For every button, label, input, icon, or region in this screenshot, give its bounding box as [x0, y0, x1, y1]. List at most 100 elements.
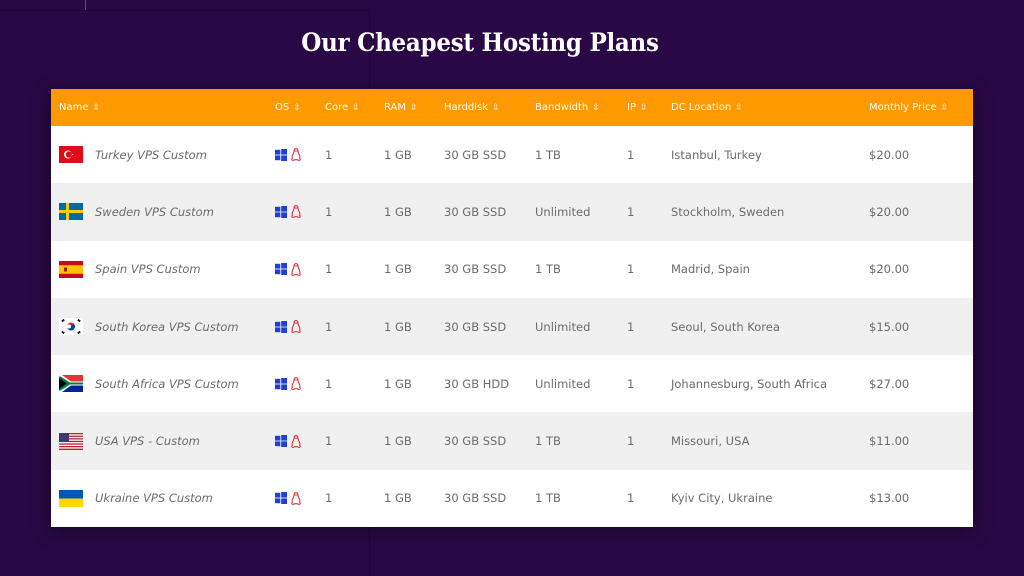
- ram-cell: 1 GB: [384, 376, 412, 391]
- column-header-harddisk[interactable]: Harddisk ⇳: [444, 89, 535, 126]
- core-cell: 1: [325, 147, 333, 162]
- sort-icon[interactable]: ⇳: [640, 103, 648, 113]
- linux-icon: [291, 377, 301, 391]
- column-header-label: DC Location: [671, 102, 732, 113]
- core-cell: 1: [325, 376, 333, 391]
- sort-icon[interactable]: ⇳: [592, 103, 600, 113]
- table-row[interactable]: Ukraine VPS Custom 1 1 GB 30 GB SSD 1 TB…: [51, 469, 973, 528]
- os-cell: [275, 412, 325, 469]
- bandwidth-cell: Unlimited: [535, 204, 591, 219]
- hosting-plans-table: Name ⇳ OS ⇳ Core ⇳ RAM ⇳ Harddisk ⇳ Bandwidth…: [51, 89, 973, 528]
- windows-icon: [275, 492, 287, 505]
- core-cell: 1: [325, 434, 333, 449]
- south-africa-flag-icon: [59, 375, 83, 393]
- dc-location-cell: Istanbul, Turkey: [671, 147, 762, 162]
- plan-name-cell[interactable]: Ukraine VPS Custom: [51, 470, 275, 527]
- spain-flag-icon: [59, 260, 83, 278]
- plan-name[interactable]: Ukraine VPS Custom: [95, 491, 213, 505]
- ip-cell: 1: [627, 491, 635, 506]
- table-row[interactable]: Sweden VPS Custom 1 1 GB 30 GB SSD Unlim…: [51, 183, 973, 241]
- linux-icon: [291, 205, 301, 219]
- windows-icon: [275, 435, 287, 448]
- harddisk-cell: 30 GB HDD: [444, 376, 510, 391]
- column-header-label: Monthly Price: [869, 102, 937, 113]
- linux-icon: [291, 492, 301, 505]
- dc-location-cell: Missouri, USA: [671, 434, 750, 449]
- windows-icon: [275, 205, 287, 218]
- column-header-label: OS: [275, 102, 290, 113]
- ram-cell: 1 GB: [384, 204, 412, 219]
- plan-name[interactable]: South Africa VPS Custom: [95, 377, 239, 391]
- core-cell: 1: [325, 319, 333, 334]
- linux-icon: [291, 320, 301, 333]
- monthly-price-cell: $20.00: [869, 204, 910, 219]
- os-cell: [275, 298, 325, 355]
- plan-name-cell[interactable]: USA VPS - Custom: [51, 412, 275, 469]
- plan-name[interactable]: USA VPS - Custom: [95, 434, 200, 448]
- table-row[interactable]: Spain VPS Custom 1 1 GB 30 GB SSD 1 TB 1…: [51, 240, 973, 298]
- sweden-flag-icon: [59, 203, 83, 221]
- dc-location-cell: Madrid, Spain: [671, 262, 750, 277]
- harddisk-cell: 30 GB SSD: [444, 204, 507, 219]
- column-header-label: RAM: [384, 102, 407, 113]
- page-title: Our Cheapest Hosting Plans: [301, 28, 659, 57]
- table-body: Turkey VPS Custom 1 1 GB 30 GB SSD 1 TB …: [51, 126, 973, 528]
- plan-name[interactable]: Spain VPS Custom: [95, 262, 201, 276]
- table-row[interactable]: South Africa VPS Custom 1 1 GB 30 GB HDD…: [51, 355, 973, 413]
- table-row[interactable]: USA VPS - Custom 1 1 GB 30 GB SSD 1 TB 1…: [51, 412, 973, 470]
- plan-name-cell[interactable]: South Africa VPS Custom: [51, 355, 275, 412]
- table-row[interactable]: South Korea VPS Custom 1 1 GB 30 GB SSD: [51, 297, 973, 356]
- table-row[interactable]: Turkey VPS Custom 1 1 GB 30 GB SSD 1 TB …: [51, 126, 973, 184]
- linux-icon: [291, 434, 301, 448]
- os-cell: [275, 126, 325, 183]
- harddisk-cell: 30 GB SSD: [444, 319, 507, 334]
- column-header-ram[interactable]: RAM ⇳: [384, 89, 444, 126]
- plan-name-cell[interactable]: Spain VPS Custom: [51, 241, 275, 298]
- column-header-ip[interactable]: IP ⇳: [627, 89, 671, 126]
- sort-icon[interactable]: ⇳: [492, 103, 500, 113]
- harddisk-cell: 30 GB SSD: [444, 262, 507, 277]
- dc-location-cell: Seoul, South Korea: [671, 319, 780, 334]
- os-cell: [275, 183, 325, 240]
- core-cell: 1: [325, 204, 333, 219]
- plan-name-cell[interactable]: Turkey VPS Custom: [51, 126, 275, 183]
- plan-name-cell[interactable]: South Korea VPS Custom: [51, 298, 275, 355]
- plan-name-cell[interactable]: Sweden VPS Custom: [51, 183, 275, 240]
- sort-icon[interactable]: ⇳: [293, 103, 301, 113]
- windows-icon: [275, 263, 287, 276]
- sort-icon[interactable]: ⇳: [410, 103, 418, 113]
- column-header-os[interactable]: OS ⇳: [275, 89, 325, 126]
- column-header-bandwidth[interactable]: Bandwidth ⇳: [535, 89, 627, 126]
- ram-cell: 1 GB: [384, 262, 412, 277]
- windows-icon: [275, 320, 287, 333]
- column-header-label: Harddisk: [444, 102, 489, 113]
- os-cell: [275, 470, 325, 527]
- linux-icon: [291, 262, 301, 276]
- sort-icon[interactable]: ⇳: [352, 103, 360, 113]
- sort-icon[interactable]: ⇳: [735, 103, 743, 113]
- ukraine-flag-icon: [59, 489, 83, 507]
- ram-cell: 1 GB: [384, 319, 412, 334]
- usa-flag-icon: [59, 432, 83, 450]
- core-cell: 1: [325, 262, 333, 277]
- ip-cell: 1: [627, 319, 635, 334]
- ram-cell: 1 GB: [384, 434, 412, 449]
- column-header-dc-location[interactable]: DC Location ⇳: [671, 89, 869, 126]
- plan-name[interactable]: Turkey VPS Custom: [95, 148, 207, 162]
- ip-cell: 1: [627, 262, 635, 277]
- plan-name[interactable]: Sweden VPS Custom: [95, 205, 214, 219]
- column-header-core[interactable]: Core ⇳: [325, 89, 384, 126]
- column-header-label: Name: [59, 102, 89, 113]
- column-header-monthly-price[interactable]: Monthly Price ⇳: [869, 89, 973, 126]
- core-cell: 1: [325, 491, 333, 506]
- column-header-label: Core: [325, 102, 349, 113]
- sort-icon[interactable]: ⇳: [941, 103, 949, 113]
- bandwidth-cell: 1 TB: [535, 147, 561, 162]
- harddisk-cell: 30 GB SSD: [444, 491, 507, 506]
- plan-name[interactable]: South Korea VPS Custom: [95, 320, 239, 334]
- ram-cell: 1 GB: [384, 491, 412, 506]
- bandwidth-cell: Unlimited: [535, 319, 591, 334]
- column-header-name[interactable]: Name ⇳: [51, 89, 275, 126]
- monthly-price-cell: $27.00: [869, 376, 910, 391]
- sort-icon[interactable]: ⇳: [93, 103, 101, 113]
